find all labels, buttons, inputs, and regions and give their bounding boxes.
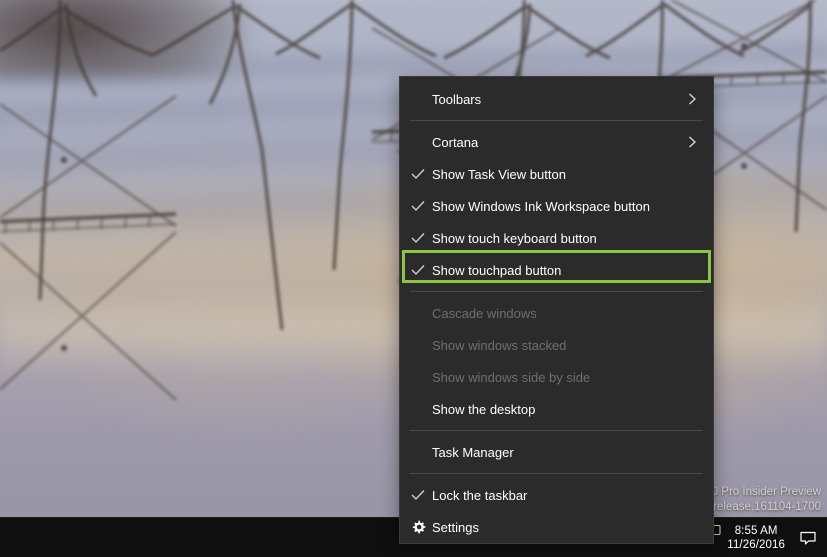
menu-item-label: Show the desktop xyxy=(432,401,536,417)
menu-item-label: Show touchpad button xyxy=(432,262,562,278)
action-center-icon xyxy=(800,531,816,545)
gear-icon xyxy=(400,520,432,535)
menu-item-label: Settings xyxy=(432,519,479,535)
menu-item-settings[interactable]: Settings xyxy=(400,511,713,543)
checkmark-icon xyxy=(400,264,432,276)
menu-separator xyxy=(410,291,703,292)
action-center-button[interactable] xyxy=(795,529,827,547)
chevron-right-icon xyxy=(683,135,701,149)
desktop-screen: 0 Pro Insider Preview erelease.161104-17… xyxy=(0,0,827,557)
menu-item-label: Cortana xyxy=(432,134,479,150)
menu-separator xyxy=(410,430,703,431)
menu-item-cortana[interactable]: Cortana xyxy=(400,126,713,158)
menu-item-label: Show Task View button xyxy=(432,166,566,182)
menu-item-cascade-windows: Cascade windows xyxy=(400,297,713,329)
clock-date: 11/26/2016 xyxy=(727,538,785,551)
menu-item-toolbars[interactable]: Toolbars xyxy=(400,83,713,115)
chevron-right-icon xyxy=(683,92,701,106)
watermark-line-1: 0 Pro Insider Preview xyxy=(711,486,821,498)
menu-item-label: Task Manager xyxy=(432,444,514,460)
menu-item-label: Toolbars xyxy=(432,91,482,107)
menu-item-label: Show windows stacked xyxy=(432,337,567,353)
menu-item-show-the-desktop[interactable]: Show the desktop xyxy=(400,393,713,425)
clock-time: 8:55 AM xyxy=(734,524,778,537)
menu-item-show-touchpad-button-wrapper: Show touchpad button xyxy=(400,250,713,286)
menu-separator xyxy=(410,473,703,474)
checkmark-icon xyxy=(400,200,432,212)
checkmark-icon xyxy=(400,232,432,244)
menu-item-show-touch-keyboard-button[interactable]: Show touch keyboard button xyxy=(400,222,713,254)
taskbar-clock[interactable]: 8:55 AM 11/26/2016 xyxy=(719,524,795,552)
watermark-line-2: erelease.161104-1700 xyxy=(706,501,821,513)
menu-item-show-windows-side-by-side: Show windows side by side xyxy=(400,361,713,393)
menu-item-show-touchpad-button[interactable]: Show touchpad button xyxy=(400,254,713,286)
taskbar-context-menu[interactable]: Toolbars Cortana Show Task View button S… xyxy=(400,77,713,543)
menu-item-show-windows-stacked: Show windows stacked xyxy=(400,329,713,361)
menu-separator xyxy=(410,120,703,121)
menu-item-label: Show touch keyboard button xyxy=(432,230,597,246)
checkmark-icon xyxy=(400,168,432,180)
menu-item-label: Lock the taskbar xyxy=(432,487,528,503)
menu-item-show-task-view-button[interactable]: Show Task View button xyxy=(400,158,713,190)
menu-item-task-manager[interactable]: Task Manager xyxy=(400,436,713,468)
menu-item-label: Show Windows Ink Workspace button xyxy=(432,198,650,214)
menu-item-label: Show windows side by side xyxy=(432,369,591,385)
menu-item-label: Cascade windows xyxy=(432,305,537,321)
menu-item-lock-the-taskbar[interactable]: Lock the taskbar xyxy=(400,479,713,511)
windows-insider-watermark: 0 Pro Insider Preview erelease.161104-17… xyxy=(707,485,821,515)
checkmark-icon xyxy=(400,489,432,501)
menu-item-show-windows-ink-workspace-button[interactable]: Show Windows Ink Workspace button xyxy=(400,190,713,222)
